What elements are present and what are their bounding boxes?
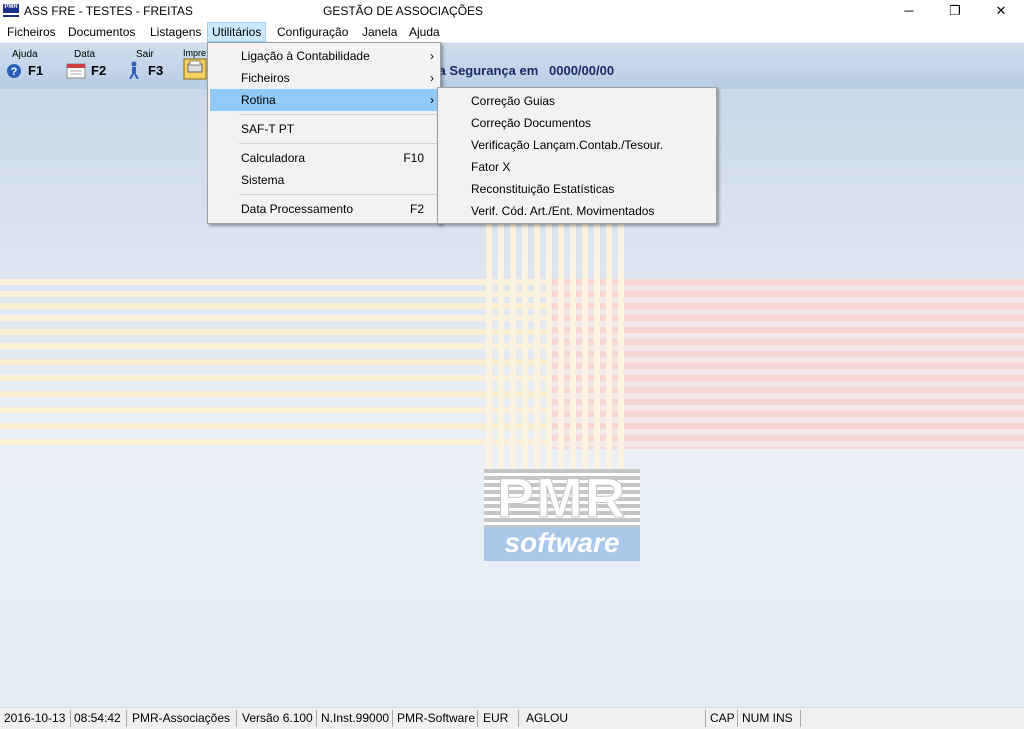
rotina-submenu: Correção Guias Correção Documentos Verif… <box>437 87 717 224</box>
restore-button[interactable]: ❐ <box>932 0 978 22</box>
minimize-button[interactable]: ─ <box>886 0 932 22</box>
print-button-label: Impre <box>183 48 207 58</box>
menu-ficheiros[interactable]: Ficheiros <box>3 22 60 42</box>
logo-pmr-text: PMR <box>496 466 628 529</box>
sair-f3-button[interactable]: Sair F3 <box>124 45 176 85</box>
submenu-label: Verificação Lançam.Contab./Tesour. <box>471 138 664 152</box>
help-button-key: F1 <box>28 63 44 78</box>
menuitem-sistema[interactable]: Sistema <box>210 169 438 191</box>
menuitem-ligacao-contabilidade[interactable]: Ligação à Contabilidade › <box>210 45 438 67</box>
menu-separator <box>239 114 438 115</box>
menuitem-saft-pt[interactable]: SAF-T PT <box>210 118 438 140</box>
submenu-correcao-guias[interactable]: Correção Guias <box>440 90 714 112</box>
status-app: PMR-Associações <box>132 711 231 725</box>
menuitem-rotina[interactable]: Rotina › <box>210 89 438 111</box>
submenu-fator-x[interactable]: Fator X <box>440 156 714 178</box>
submenu-label: Correção Guias <box>471 94 556 108</box>
chevron-right-icon: › <box>430 71 434 85</box>
last-backup-date: 0000/00/00 <box>549 63 615 78</box>
app-icon[interactable]: PMR <box>3 4 19 17</box>
status-user: AGLOU <box>526 711 569 725</box>
menu-janela[interactable]: Janela <box>358 22 401 42</box>
window-title: ASS FRE - TESTES - FREITAS <box>24 4 193 18</box>
menu-listagens[interactable]: Listagens <box>146 22 205 42</box>
menuitem-label: Rotina <box>241 93 276 107</box>
menuitem-ficheiros[interactable]: Ficheiros › <box>210 67 438 89</box>
status-company: PMR-Software <box>397 711 476 725</box>
menu-separator <box>239 143 438 144</box>
menu-ajuda[interactable]: Ajuda <box>405 22 444 42</box>
menuitem-label: Sistema <box>241 173 285 187</box>
submenu-label: Fator X <box>471 160 511 174</box>
status-numins: NUM INS <box>742 711 793 725</box>
data-button-label: Data <box>74 49 96 60</box>
status-bar: 2016-10-13 08:54:42 PMR-Associações Vers… <box>0 707 1024 729</box>
sair-button-key: F3 <box>148 63 164 78</box>
status-date: 2016-10-13 <box>4 711 66 725</box>
toolbar: Ajuda ? F1 Data F2 Sair F3 Impre ma Segu… <box>0 42 1024 90</box>
submenu-reconstituicao-estatisticas[interactable]: Reconstituição Estatísticas <box>440 178 714 200</box>
menu-documentos[interactable]: Documentos <box>64 22 139 42</box>
submenu-label: Verif. Cód. Art./Ent. Movimentados <box>471 204 655 218</box>
status-time: 08:54:42 <box>74 711 121 725</box>
menuitem-label: Data Processamento <box>241 202 354 216</box>
menuitem-data-processamento[interactable]: Data Processamento F2 <box>210 198 438 220</box>
menu-utilitarios[interactable]: Utilitários <box>207 22 267 42</box>
status-currency: EUR <box>483 711 509 725</box>
menuitem-calculadora[interactable]: Calculadora F10 <box>210 147 438 169</box>
submenu-verif-cod-art[interactable]: Verif. Cód. Art./Ent. Movimentados <box>440 200 714 222</box>
submenu-correcao-documentos[interactable]: Correção Documentos <box>440 112 714 134</box>
pmr-software-logo: PMR software <box>484 466 640 561</box>
menu-configuracao[interactable]: Configuração <box>273 22 352 42</box>
submenu-label: Correção Documentos <box>471 116 592 130</box>
menu-bar: Ficheiros Documentos Listagens Utilitári… <box>0 22 1024 42</box>
menuitem-label: Ligação à Contabilidade <box>241 49 370 63</box>
chevron-right-icon: › <box>430 49 434 63</box>
help-f1-button[interactable]: Ajuda ? F1 <box>4 45 56 85</box>
submenu-label: Reconstituição Estatísticas <box>471 182 615 196</box>
status-inst: N.Inst.99000 <box>321 711 390 725</box>
last-backup-label: ma Segurança em <box>427 63 539 78</box>
menuitem-label: Calculadora <box>241 151 306 165</box>
chevron-right-icon: › <box>430 93 434 107</box>
calendar-icon <box>66 63 86 79</box>
status-version: Versão 6.100 <box>242 711 313 725</box>
menuitem-shortcut: F10 <box>403 151 424 165</box>
exit-icon <box>129 61 139 79</box>
app-center-title: GESTÃO DE ASSOCIAÇÕES <box>323 4 484 18</box>
menuitem-label: SAF-T PT <box>241 122 295 136</box>
title-bar: PMR ASS FRE - TESTES - FREITAS GESTÃO DE… <box>0 0 1024 22</box>
utilitarios-dropdown: Ligação à Contabilidade › Ficheiros › Ro… <box>207 42 441 224</box>
svg-text:?: ? <box>11 66 18 78</box>
logo-software-text: software <box>484 527 640 561</box>
menu-separator <box>239 194 438 195</box>
sair-button-label: Sair <box>136 49 154 60</box>
submenu-verificacao-lancamentos[interactable]: Verificação Lançam.Contab./Tesour. <box>440 134 714 156</box>
close-button[interactable]: ✕ <box>978 0 1024 22</box>
menuitem-label: Ficheiros <box>241 71 290 85</box>
menuitem-shortcut: F2 <box>409 202 424 216</box>
help-button-label: Ajuda <box>12 49 38 60</box>
help-icon: ? <box>7 64 21 78</box>
status-cap: CAP <box>710 711 735 725</box>
data-f2-button[interactable]: Data F2 <box>62 45 114 85</box>
printer-icon <box>183 58 207 80</box>
data-button-key: F2 <box>91 63 107 78</box>
